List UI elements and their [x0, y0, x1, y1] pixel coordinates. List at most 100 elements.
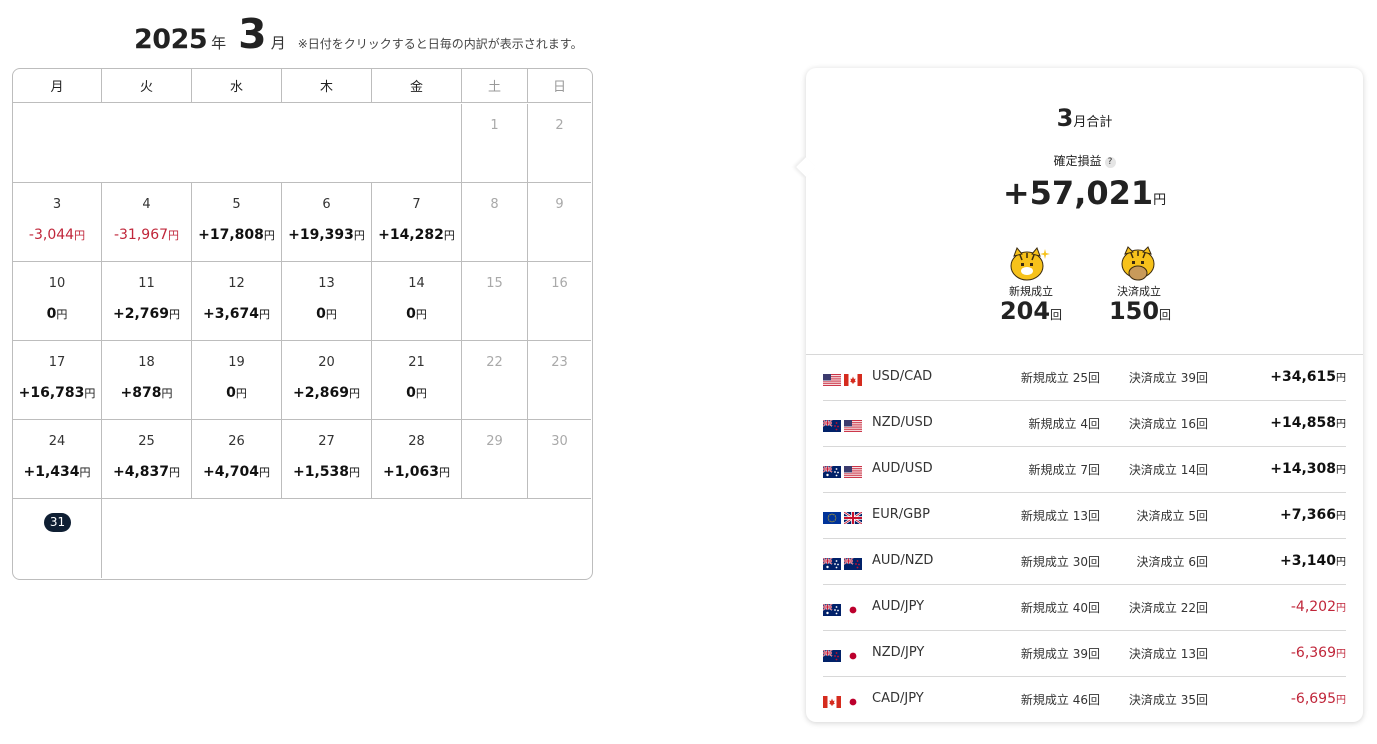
calendar-day-21[interactable]: 21 0円 [372, 341, 462, 420]
calendar-day-31[interactable]: 31 [13, 499, 102, 578]
calendar-day-1: 1 [462, 104, 528, 183]
daily-profit-unit: 円 [439, 466, 450, 479]
weekday-header: 日 [528, 69, 591, 103]
day-number: 17 [48, 355, 66, 370]
calendar-day-20[interactable]: 20 +2,869円 [282, 341, 372, 420]
daily-profit: +878円 [102, 385, 191, 401]
daily-profit-value: +3,674 [202, 306, 259, 322]
close-count: 150回 [1090, 297, 1190, 325]
day-number: 22 [486, 355, 503, 370]
calendar-day-3[interactable]: 3 -3,044円 [13, 183, 102, 262]
daily-profit-unit: 円 [353, 229, 365, 242]
daily-profit-value: +878 [120, 385, 162, 401]
calendar-day-17[interactable]: 17 +16,783円 [13, 341, 102, 420]
pair-row[interactable]: AUD/USD 新規成立 7回 決済成立 14回 +14,308円 [822, 447, 1346, 493]
day-number: 5 [232, 197, 241, 212]
daily-profit-value: +1,063 [382, 464, 439, 480]
close-trade-count: 決済成立 5回 [1136, 509, 1208, 523]
daily-profit-value: -3,044 [28, 227, 75, 243]
day-number: 24 [48, 434, 66, 449]
daily-profit-value: 0 [406, 306, 416, 322]
daily-profit-value: +4,837 [112, 464, 169, 480]
daily-profit: +19,393円 [282, 227, 371, 243]
day-number: 7 [412, 197, 421, 212]
calendar-day-8: 8 [462, 183, 528, 262]
daily-profit: +1,538円 [282, 464, 371, 480]
calendar-day-5[interactable]: 5 +17,808円 [192, 183, 282, 262]
day-number: 18 [138, 355, 155, 370]
pair-profit-value: -6,695 [1290, 691, 1336, 707]
day-number: 10 [48, 276, 66, 291]
daily-profit-unit: 円 [84, 387, 96, 400]
nz-flag-icon [822, 417, 841, 432]
daily-profit-unit: 円 [168, 229, 180, 242]
calendar-day-12[interactable]: 12 +3,674円 [192, 262, 282, 341]
us-flag-icon [844, 463, 862, 479]
pair-row[interactable]: AUD/JPY 新規成立 40回 決済成立 22回 -4,202円 [822, 585, 1346, 631]
year-unit: 年 [211, 34, 227, 52]
pair-name: NZD/JPY [872, 645, 925, 660]
calendar-day-4[interactable]: 4 -31,967円 [102, 183, 192, 262]
daily-profit-unit: 円 [263, 229, 275, 242]
pair-row[interactable]: CAD/JPY 新規成立 46回 決済成立 35回 -6,695円 [823, 677, 1346, 722]
calendar-day-24[interactable]: 24 +1,434円 [13, 420, 102, 499]
day-number: 4 [142, 197, 151, 212]
pair-row[interactable]: NZD/JPY 新規成立 39回 決済成立 13回 -6,369円 [822, 631, 1346, 677]
nz-flag-icon [822, 647, 841, 662]
close-trade-count: 決済成立 13回 [1128, 647, 1208, 661]
day-number: 23 [551, 355, 568, 370]
calendar-day-23: 23 [528, 341, 591, 420]
daily-profit-value: -31,967 [113, 227, 169, 243]
pair-row[interactable]: AUD/NZD 新規成立 30回 決済成立 6回 +3,140円 [822, 539, 1346, 585]
profit-label: 確定損益? [806, 152, 1363, 169]
monthly-summary-panel: 3月合計 確定損益? +57,021円 新規成立 204回 決済成立 150回 … [796, 68, 1363, 722]
pair-profit-value: -6,369 [1290, 645, 1336, 661]
calendar-day-18[interactable]: 18 +878円 [102, 341, 192, 420]
us-flag-icon [844, 417, 862, 433]
pair-row[interactable]: NZD/USD 新規成立 4回 決済成立 16回 +14,858円 [822, 401, 1346, 447]
pair-list: USD/CAD 新規成立 25回 決済成立 39回 +34,615円 NZD/USD 新規… [822, 355, 1346, 722]
daily-profit-unit: 円 [235, 387, 247, 400]
au-flag-icon [822, 463, 841, 478]
close-count-value: 150 [1108, 297, 1160, 325]
daily-profit: +2,769円 [102, 306, 191, 322]
daily-profit-unit: 円 [415, 387, 427, 400]
calendar-day-19[interactable]: 19 0円 [192, 341, 282, 420]
daily-profit-unit: 円 [169, 466, 180, 479]
help-icon[interactable]: ? [1104, 157, 1116, 168]
daily-profit-value: +17,808 [198, 227, 264, 243]
weekday-header: 木 [282, 69, 372, 103]
calendar-day-7[interactable]: 7 +14,282円 [372, 183, 462, 262]
calendar-day-10[interactable]: 10 0円 [13, 262, 102, 341]
calendar-day-15: 15 [462, 262, 528, 341]
pair-row[interactable]: USD/CAD 新規成立 25回 決済成立 39回 +34,615円 [823, 355, 1346, 401]
calendar-day-11[interactable]: 11 +2,769円 [102, 262, 192, 341]
calendar-day-28[interactable]: 28 +1,063円 [372, 420, 462, 499]
daily-profit-value: 0 [316, 306, 326, 322]
day-number: 30 [551, 434, 568, 449]
pair-profit-unit: 円 [1336, 419, 1346, 430]
gb-flag-icon [843, 509, 863, 525]
calendar-day-27[interactable]: 27 +1,538円 [282, 420, 372, 499]
calendar-day-26[interactable]: 26 +4,704円 [192, 420, 282, 499]
pair-profit: -4,202円 [1291, 599, 1346, 615]
eu-flag-icon [823, 509, 841, 524]
daily-profit: +3,674円 [192, 306, 281, 322]
calendar-day-13[interactable]: 13 0円 [282, 262, 372, 341]
calendar-day-14[interactable]: 14 0円 [372, 262, 462, 341]
day-number: 9 [555, 197, 564, 212]
pair-name: AUD/USD [872, 461, 933, 476]
day-number: 28 [408, 434, 425, 449]
tiger-mascot-new-icon [1010, 247, 1050, 281]
weekday-header: 水 [192, 69, 282, 103]
day-number: 27 [318, 434, 335, 449]
calendar-day-6[interactable]: 6 +19,393円 [282, 183, 372, 262]
pair-row[interactable]: EUR/GBP 新規成立 13回 決済成立 5回 +7,366円 [823, 493, 1346, 539]
daily-profit-value: 0 [226, 385, 236, 401]
daily-profit: -3,044円 [13, 227, 101, 243]
daily-profit-unit: 円 [349, 466, 360, 479]
pair-profit-unit: 円 [1336, 603, 1346, 614]
calendar-day-25[interactable]: 25 +4,837円 [102, 420, 192, 499]
day-number: 26 [228, 434, 245, 449]
month-unit: 月 [270, 34, 286, 52]
